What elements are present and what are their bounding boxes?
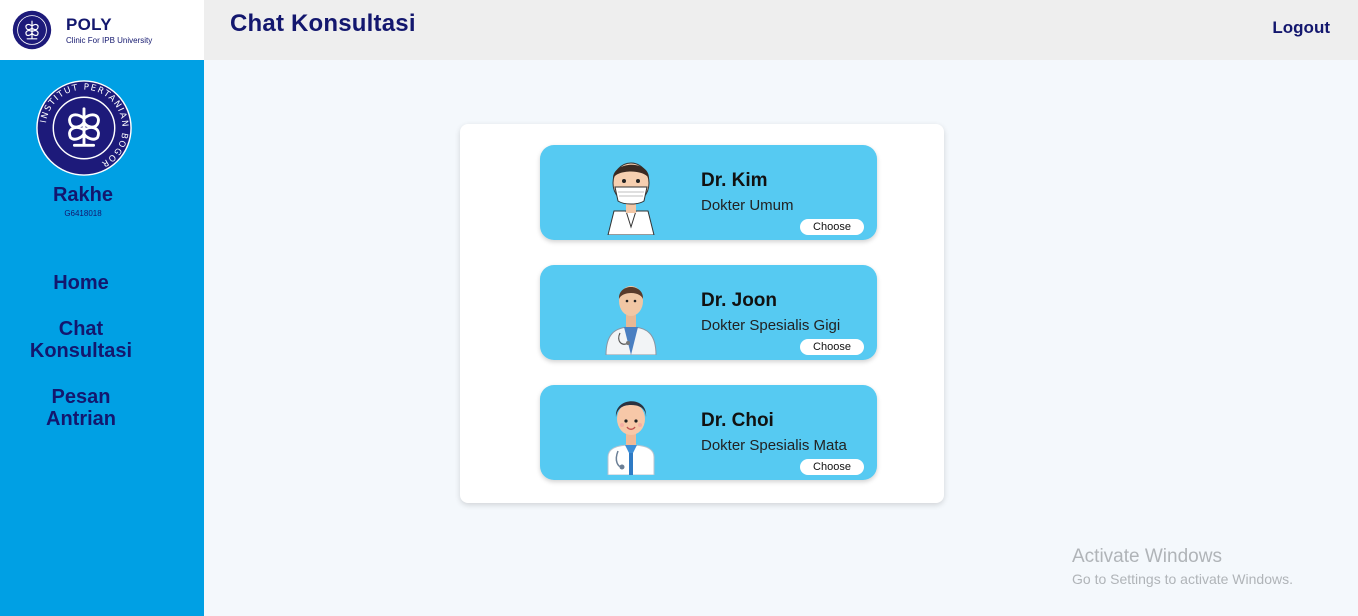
doctor-list-panel: Dr. Kim Dokter Umum Choose Dr. Joon Dokt… [460, 124, 944, 503]
activation-watermark-title: Activate Windows [1072, 546, 1222, 567]
doctor-specialty: Dokter Umum [701, 197, 794, 214]
choose-button[interactable]: Choose [800, 219, 864, 235]
choose-button[interactable]: Choose [800, 339, 864, 355]
choose-button[interactable]: Choose [800, 459, 864, 475]
doctor-card[interactable]: Dr. Kim Dokter Umum Choose [540, 145, 877, 240]
doctor-masked-icon [607, 162, 655, 235]
doctor-name: Dr. Choi [701, 410, 774, 431]
nav-item-chat-konsultasi[interactable]: Chat Konsultasi [0, 318, 162, 362]
brand-subtitle: Clinic For IPB University [66, 35, 153, 45]
nav-label: Antrian [46, 408, 116, 430]
doctor-male-icon [607, 401, 655, 475]
brand: POLY Clinic For IPB University [0, 0, 204, 60]
doctor-female-icon [605, 286, 657, 355]
header: Chat Konsultasi Logout [204, 0, 1358, 60]
user-id: G6418018 [64, 209, 102, 218]
nav-label: Home [53, 272, 109, 294]
doctor-card[interactable]: Dr. Joon Dokter Spesialis Gigi Choose [540, 265, 877, 360]
sidebar: INSTITUT PERTANIAN BOGOR Rakhe G6418018 … [0, 60, 204, 616]
nav-label: Konsultasi [29, 340, 133, 362]
nav-item-pesan-antrian[interactable]: Pesan Antrian [0, 386, 162, 430]
nav-item-home[interactable]: Home [0, 272, 162, 294]
logout-link[interactable]: Logout [1272, 18, 1330, 38]
activation-watermark-subtitle: Go to Settings to activate Windows. [1072, 571, 1293, 587]
ipb-seal-icon [12, 10, 52, 50]
avatar: INSTITUT PERTANIAN BOGOR [36, 80, 132, 176]
doctor-specialty: Dokter Spesialis Gigi [701, 317, 841, 334]
user-name: Rakhe [52, 184, 114, 206]
brand-title: POLY [66, 14, 112, 34]
nav-label: Pesan [51, 386, 111, 408]
doctor-specialty: Dokter Spesialis Mata [701, 437, 847, 454]
doctor-name: Dr. Joon [701, 290, 778, 311]
nav-label: Chat [58, 318, 104, 340]
page-title: Chat Konsultasi [230, 10, 416, 37]
doctor-name: Dr. Kim [701, 170, 768, 191]
doctor-card[interactable]: Dr. Choi Dokter Spesialis Mata Choose [540, 385, 877, 480]
